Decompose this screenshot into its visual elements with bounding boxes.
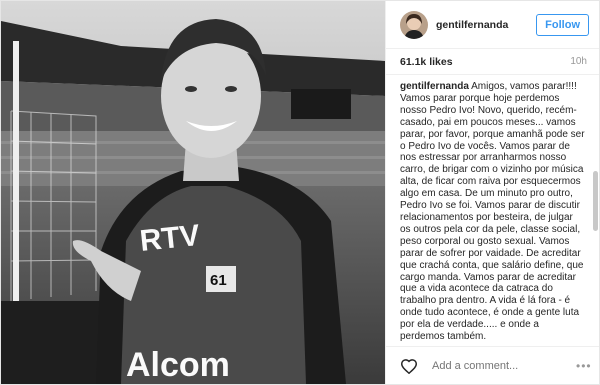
- likes-count[interactable]: 61.1k likes: [400, 56, 453, 68]
- follow-button[interactable]: Follow: [536, 13, 589, 36]
- post-timestamp[interactable]: 10h: [570, 56, 587, 67]
- vest-number-text: 61: [210, 272, 227, 289]
- post-caption: gentilfernanda Amigos, vamos parar!!!! V…: [386, 75, 599, 346]
- more-options-icon[interactable]: •••: [576, 359, 592, 373]
- post-meta: 61.1k likes 10h: [386, 49, 599, 75]
- post-photo[interactable]: RTV 61 Alcom: [1, 1, 385, 384]
- caption-text: Amigos, vamos parar!!!! Vamos parar porq…: [400, 81, 585, 343]
- photo-illustration: RTV 61 Alcom: [1, 1, 385, 384]
- caption-username[interactable]: gentilfernanda: [400, 81, 469, 92]
- post-sidebar: gentilfernanda Follow 61.1k likes 10h ge…: [385, 1, 599, 384]
- vest-brand-text: RTV: [138, 219, 201, 258]
- heart-icon[interactable]: [400, 358, 418, 374]
- caption-scrollbar[interactable]: [593, 81, 599, 341]
- scrollbar-thumb[interactable]: [593, 171, 598, 231]
- post-header: gentilfernanda Follow: [386, 1, 599, 49]
- avatar[interactable]: [400, 10, 428, 39]
- post-footer: •••: [386, 346, 599, 384]
- post-username[interactable]: gentilfernanda: [436, 19, 536, 31]
- instagram-post: RTV 61 Alcom gentilfernanda Follow 61.1k…: [0, 0, 600, 385]
- vest-sponsor-text: Alcom: [126, 346, 230, 384]
- comment-input[interactable]: [430, 358, 576, 373]
